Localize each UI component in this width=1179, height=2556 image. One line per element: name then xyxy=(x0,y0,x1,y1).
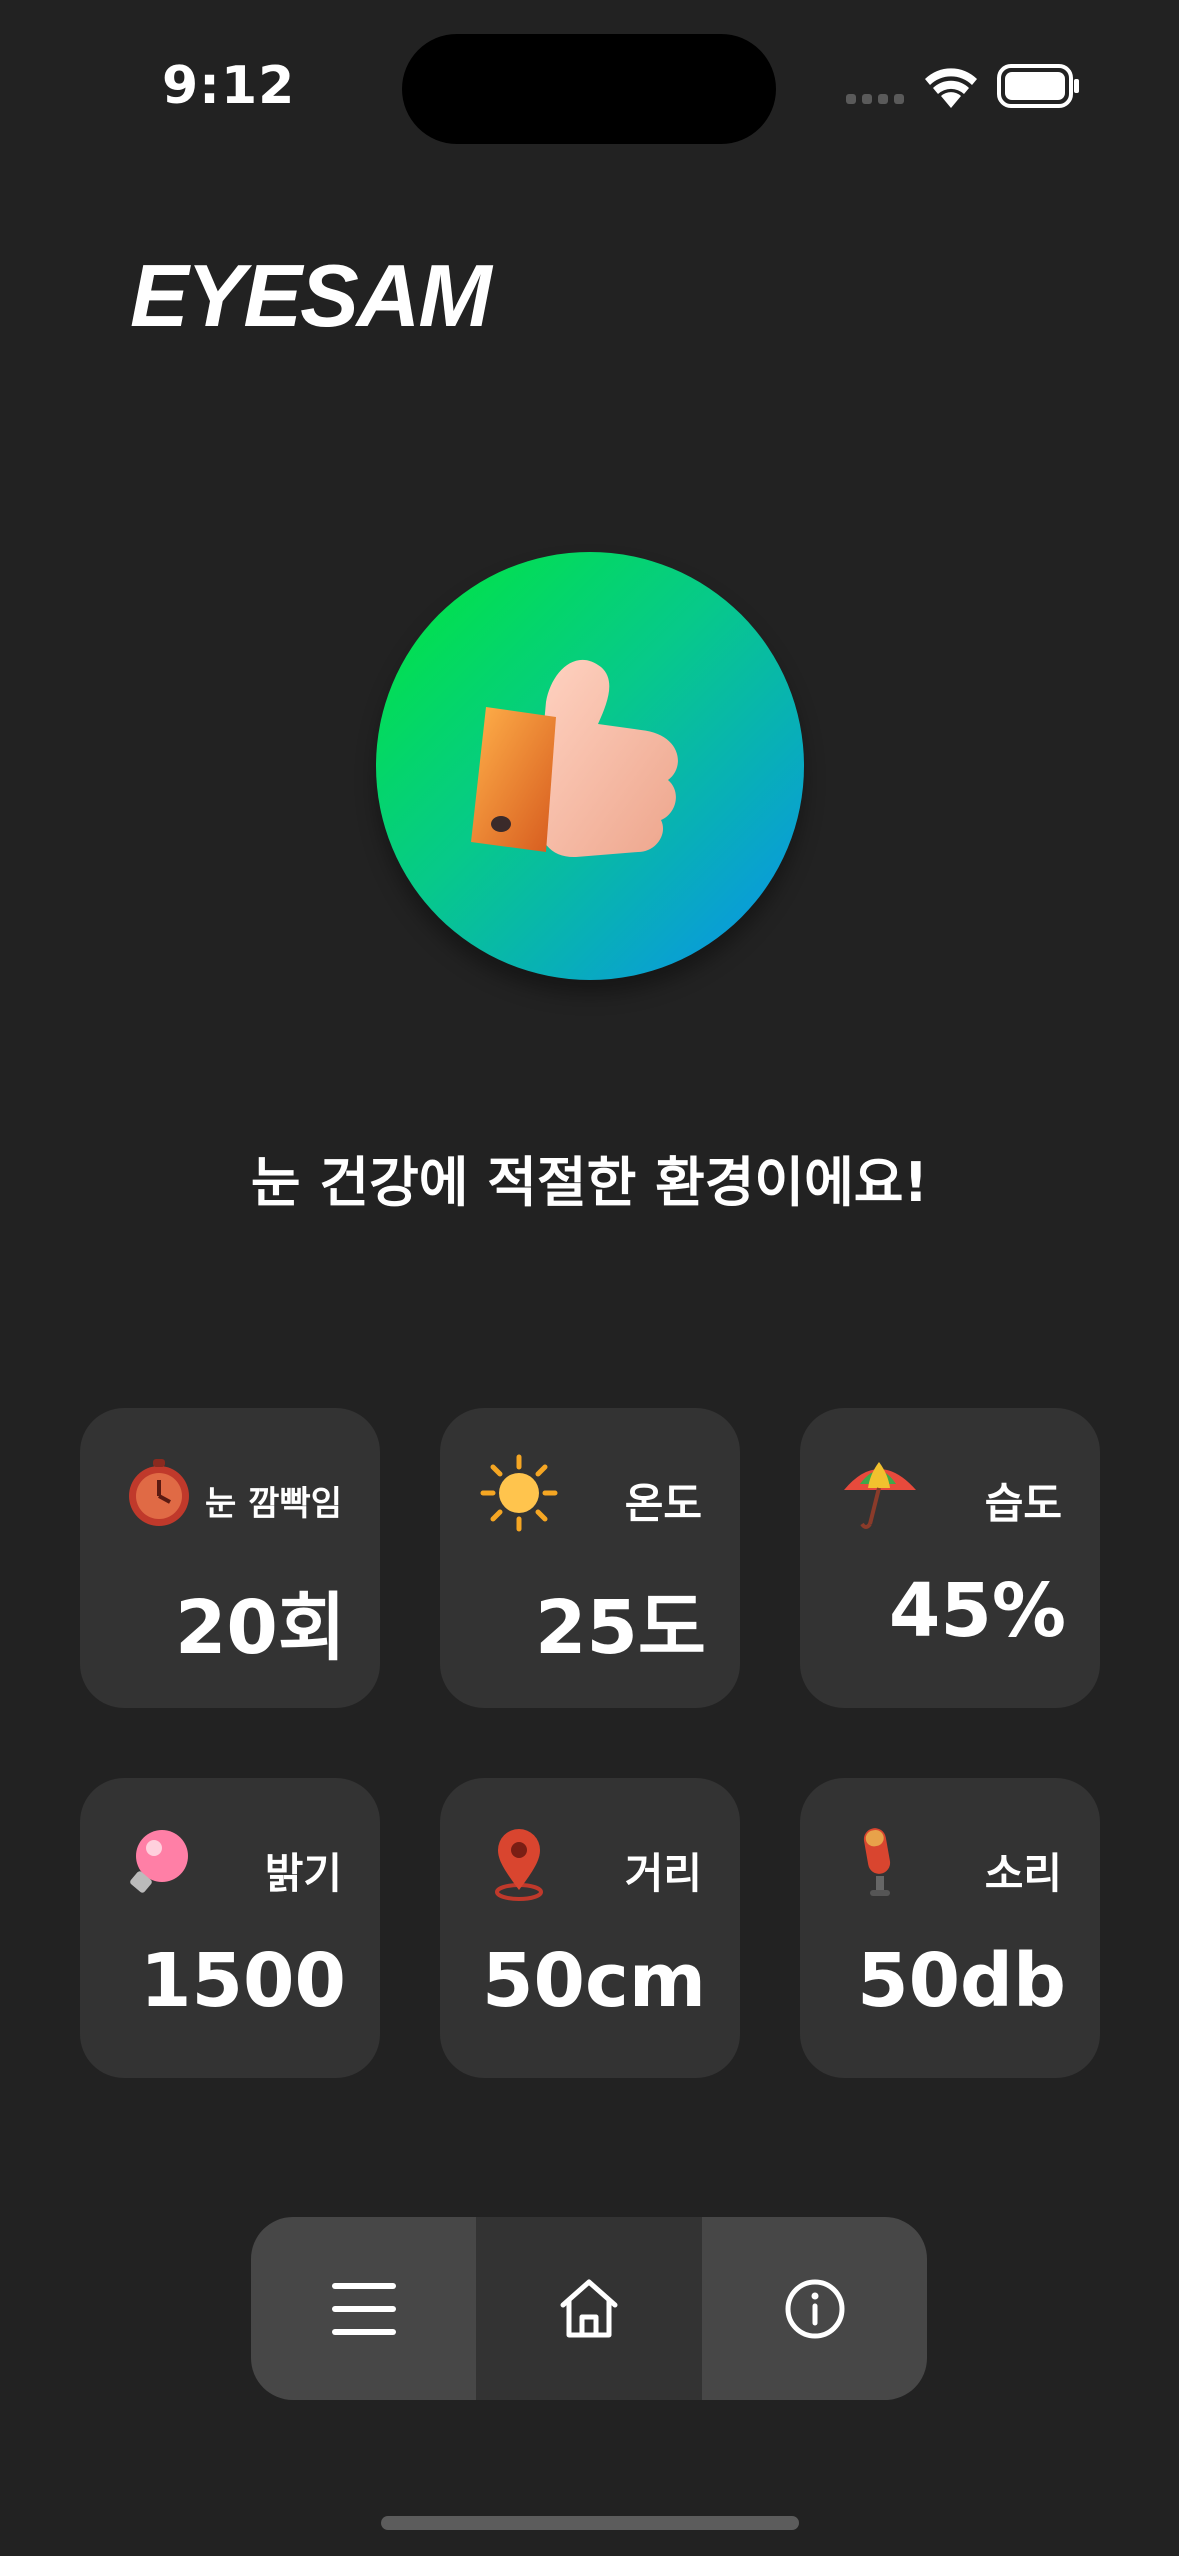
metric-value: 50db xyxy=(857,1938,1066,2024)
dynamic-island xyxy=(402,34,776,144)
sun-icon xyxy=(480,1454,558,1532)
thumbs-up-icon xyxy=(471,659,678,858)
stopwatch-icon xyxy=(129,1459,189,1526)
home-icon xyxy=(560,2279,618,2337)
metric-value: 50cm xyxy=(482,1938,706,2024)
status-bar: 9:12 xyxy=(0,0,1179,170)
home-button[interactable] xyxy=(476,2217,702,2400)
metric-value: 20회 xyxy=(174,1585,346,1671)
metric-label: 소리 xyxy=(984,1849,1062,1898)
home-indicator[interactable] xyxy=(381,2516,799,2530)
metric-label: 밝기 xyxy=(264,1849,342,1898)
status-message: 눈 건강에 적절한 환경이에요! xyxy=(250,1151,929,1214)
metric-label: 습도 xyxy=(984,1479,1062,1528)
battery-icon xyxy=(997,64,1079,108)
location-pin-icon xyxy=(495,1829,543,1901)
metric-value: 1500 xyxy=(140,1938,346,2024)
metric-card-humidity[interactable]: 습도 45% xyxy=(800,1408,1100,1708)
metric-card-blink[interactable]: 눈 깜빡임 20회 xyxy=(80,1408,380,1708)
bottom-navigation xyxy=(251,2217,927,2400)
metric-card-brightness[interactable]: 밝기 1500 xyxy=(80,1778,380,2078)
metric-label: 온도 xyxy=(624,1479,702,1528)
metric-card-distance[interactable]: 거리 50cm xyxy=(440,1778,740,2078)
wifi-icon xyxy=(925,68,977,108)
menu-icon xyxy=(331,2282,396,2335)
metric-value: 45% xyxy=(888,1568,1066,1654)
status-hero xyxy=(376,552,804,980)
info-icon xyxy=(785,2279,844,2338)
umbrella-icon xyxy=(844,1462,916,1529)
metric-label: 거리 xyxy=(624,1849,702,1898)
metric-card-temperature[interactable]: 온도 25도 xyxy=(440,1408,740,1708)
app-title: EYESAM xyxy=(130,246,492,345)
lightbulb-icon xyxy=(130,1830,188,1893)
cellular-signal-icon xyxy=(846,94,906,106)
menu-button[interactable] xyxy=(251,2217,476,2400)
info-button[interactable] xyxy=(702,2217,927,2400)
metric-card-sound[interactable]: 소리 50db xyxy=(800,1778,1100,2078)
status-time: 9:12 xyxy=(162,56,296,116)
metric-label: 눈 깜빡임 xyxy=(205,1484,342,1524)
metric-value: 25도 xyxy=(534,1585,706,1671)
microphone-icon xyxy=(863,1828,891,1896)
